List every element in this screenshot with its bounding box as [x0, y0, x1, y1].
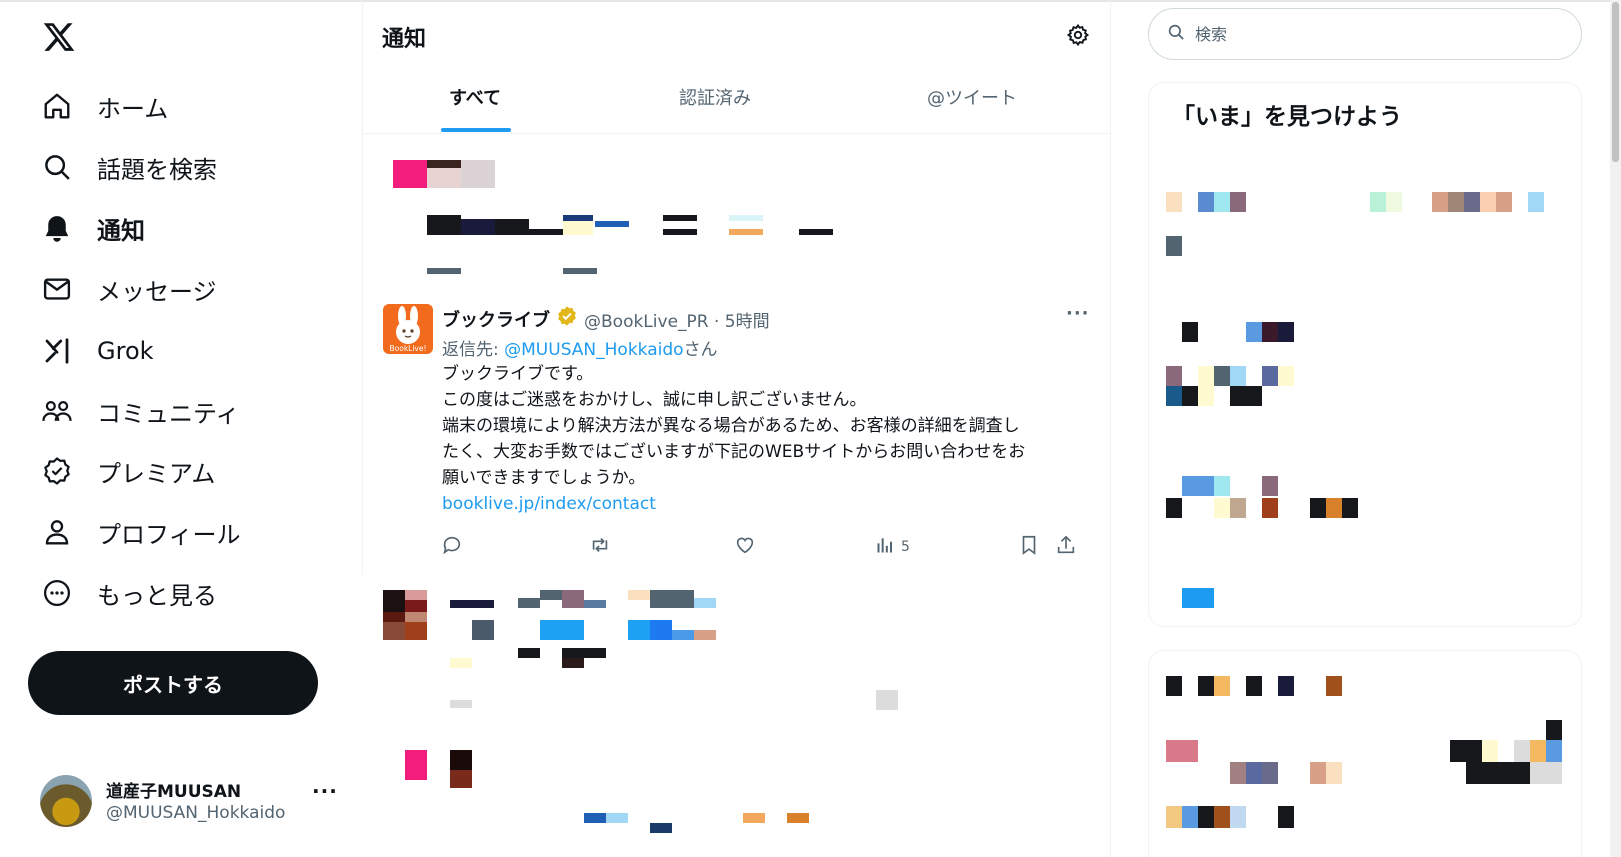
- trends-title: 「いま」を見つけよう: [1172, 104, 1402, 130]
- tab-mentions[interactable]: @ツイート: [927, 84, 1017, 134]
- x-logo-icon[interactable]: [42, 20, 76, 54]
- settings-gear-icon[interactable]: [1063, 20, 1093, 50]
- bookmark-icon: [1018, 534, 1040, 560]
- tweet-line: この度はご迷惑をおかけし、誠に申し訳ございません。: [442, 390, 867, 410]
- post-button[interactable]: ポストする: [28, 651, 318, 715]
- bookmark-button[interactable]: [1018, 534, 1040, 560]
- trends-card: [1148, 82, 1582, 627]
- reply-prefix: 返信先:: [442, 340, 505, 360]
- verified-badge-icon: [40, 454, 74, 488]
- account-handle: @MUUSAN_Hokkaido: [106, 803, 286, 823]
- views-button[interactable]: 5: [875, 534, 910, 560]
- account-switcher[interactable]: 道産子MUUSAN @MUUSAN_Hokkaido ···: [40, 775, 350, 829]
- nav-messages-label: メッセージ: [97, 277, 217, 306]
- community-icon: [40, 394, 74, 428]
- repost-button[interactable]: [588, 534, 612, 560]
- column-divider: [1110, 0, 1111, 857]
- nav-notifications-label: 通知: [97, 216, 145, 245]
- tab-all[interactable]: すべて: [449, 84, 501, 134]
- nav-more[interactable]: もっと見る: [40, 568, 217, 618]
- nav-profile-label: プロフィール: [97, 520, 241, 549]
- nav-profile[interactable]: プロフィール: [40, 507, 241, 557]
- avatar: [40, 775, 92, 827]
- views-count: 5: [901, 539, 910, 555]
- nav-home-label: ホーム: [97, 94, 169, 123]
- scrollbar-thumb[interactable]: [1612, 2, 1619, 162]
- avatar-logo-text: BookLive!: [390, 344, 427, 353]
- share-button[interactable]: [1055, 534, 1077, 560]
- bell-icon: [40, 211, 74, 245]
- repost-icon: [588, 534, 612, 560]
- home-icon: [40, 89, 74, 123]
- share-icon: [1055, 534, 1077, 560]
- person-icon: [40, 515, 74, 549]
- nav-explore-label: 話題を検索: [97, 155, 217, 184]
- tweet-text: ブックライブです。 この度はご迷惑をおかけし、誠に申し訳ございません。 端末の環…: [442, 361, 1082, 517]
- tweet-line: 願いできますでしょうか。: [442, 468, 646, 488]
- views-chart-icon: [875, 535, 895, 559]
- tweet-handle-time: @BookLive_PR · 5時間: [584, 312, 770, 332]
- page-title: 通知: [382, 27, 427, 52]
- top-border: [0, 0, 1621, 2]
- tweet-author-name[interactable]: ブックライブ: [442, 306, 550, 332]
- nav-premium[interactable]: プレミアム: [40, 446, 215, 496]
- account-more-icon[interactable]: ···: [312, 779, 338, 803]
- search-icon: [40, 150, 74, 184]
- tweet-author-avatar[interactable]: BookLive!: [383, 304, 433, 354]
- tweet-line: たく、大変お手数ではございますが下記のWEBサイトからお問い合わせをお: [442, 442, 1026, 462]
- heart-icon: [734, 534, 756, 560]
- search-icon: [1167, 23, 1185, 45]
- nav-more-label: もっと見る: [97, 581, 217, 610]
- reply-button[interactable]: [441, 534, 463, 560]
- reply-icon: [441, 534, 463, 560]
- nav-communities-label: コミュニティ: [97, 399, 240, 428]
- search-bar[interactable]: [1148, 8, 1582, 60]
- divider: [362, 133, 1110, 134]
- account-name: 道産子MUUSAN: [106, 782, 242, 802]
- nav-premium-label: プレミアム: [97, 459, 216, 488]
- search-input[interactable]: [1193, 23, 1577, 45]
- nav-home[interactable]: ホーム: [40, 81, 168, 131]
- more-circle-icon: [40, 576, 74, 610]
- tweet-line: 端末の環境により解決方法が異なる場合があるため、お客様の詳細を調査し: [442, 416, 1020, 436]
- grok-icon: [40, 334, 74, 368]
- tweet-line: ブックライブです。: [442, 364, 594, 384]
- nav-communities[interactable]: コミュニティ: [40, 386, 240, 436]
- tweet-link[interactable]: booklive.jp/index/contact: [442, 494, 656, 514]
- active-tab-indicator: [441, 128, 511, 132]
- reply-suffix: さん: [683, 340, 718, 360]
- nav-grok-label: Grok: [97, 337, 154, 365]
- mail-icon: [40, 272, 74, 306]
- verified-badge-icon: [556, 305, 578, 331]
- reply-mention-link[interactable]: @MUUSAN_Hokkaido: [504, 340, 683, 360]
- reply-context: 返信先: @MUUSAN_Hokkaidoさん: [442, 335, 718, 360]
- nav-explore[interactable]: 話題を検索: [40, 142, 217, 192]
- nav-notifications[interactable]: 通知: [40, 203, 145, 253]
- column-divider: [362, 0, 363, 575]
- nav-grok[interactable]: Grok: [40, 326, 154, 376]
- tweet-more-icon[interactable]: ···: [1066, 303, 1090, 324]
- tab-verified[interactable]: 認証済み: [679, 84, 751, 134]
- like-button[interactable]: [734, 534, 756, 560]
- nav-messages[interactable]: メッセージ: [40, 264, 217, 314]
